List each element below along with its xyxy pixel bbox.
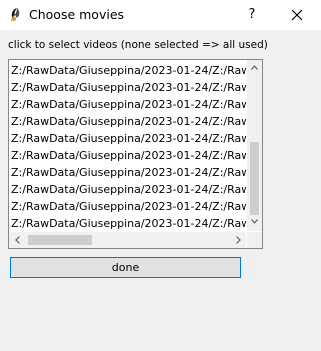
list-item[interactable]: Z:/RawData/Giuseppina/2023-01-24/Z:/RawD <box>11 113 246 130</box>
done-button[interactable]: done <box>10 257 241 278</box>
chevron-left-icon <box>15 236 20 244</box>
scroll-up-button[interactable] <box>247 61 262 76</box>
horizontal-scroll-thumb[interactable] <box>28 235 92 245</box>
vertical-scrollbar[interactable] <box>247 60 262 231</box>
list-item[interactable]: Z:/RawData/Giuseppina/2023-01-24/Z:/RawD <box>11 79 246 96</box>
title-bar[interactable]: Choose movies ? <box>0 0 321 30</box>
dialog-title: Choose movies <box>29 7 125 22</box>
list-item[interactable]: Z:/RawData/Giuseppina/2023-01-24/Z:/RawD <box>11 62 246 79</box>
vertical-scroll-thumb[interactable] <box>250 142 259 215</box>
list-item[interactable]: Z:/RawData/Giuseppina/2023-01-24/Z:/RawD <box>11 147 246 164</box>
scroll-left-button[interactable] <box>10 232 26 248</box>
scroll-down-button[interactable] <box>247 215 262 230</box>
chevron-down-icon <box>251 219 258 224</box>
list-item[interactable]: Z:/RawData/Giuseppina/2023-01-24/Z:/RawD <box>11 130 246 147</box>
close-icon <box>291 9 303 21</box>
scroll-right-button[interactable] <box>231 232 247 248</box>
list-item[interactable]: Z:/RawData/Giuseppina/2023-01-24/Z:/RawD <box>11 96 246 113</box>
chevron-right-icon <box>236 236 241 244</box>
horizontal-scrollbar[interactable] <box>9 232 246 248</box>
video-list[interactable]: Z:/RawData/Giuseppina/2023-01-24/Z:/RawD… <box>8 59 263 249</box>
scrollbar-corner <box>247 232 262 248</box>
close-button[interactable] <box>277 0 317 30</box>
help-button[interactable]: ? <box>238 0 266 30</box>
video-list-rows: Z:/RawData/Giuseppina/2023-01-24/Z:/RawD… <box>11 62 246 232</box>
instruction-label: click to select videos (none selected =>… <box>8 39 268 51</box>
list-item[interactable]: Z:/RawData/Giuseppina/2023-01-24/Z:/RawD <box>11 181 246 198</box>
list-item[interactable]: Z:/RawData/Giuseppina/2023-01-24/Z:/RawD <box>11 215 246 232</box>
list-item[interactable]: Z:/RawData/Giuseppina/2023-01-24/Z:/RawD <box>11 164 246 181</box>
app-icon <box>8 7 24 23</box>
chevron-up-icon <box>251 65 258 70</box>
list-item[interactable]: Z:/RawData/Giuseppina/2023-01-24/Z:/RawD <box>11 198 246 215</box>
choose-movies-dialog: Choose movies ? click to select videos (… <box>0 0 321 351</box>
